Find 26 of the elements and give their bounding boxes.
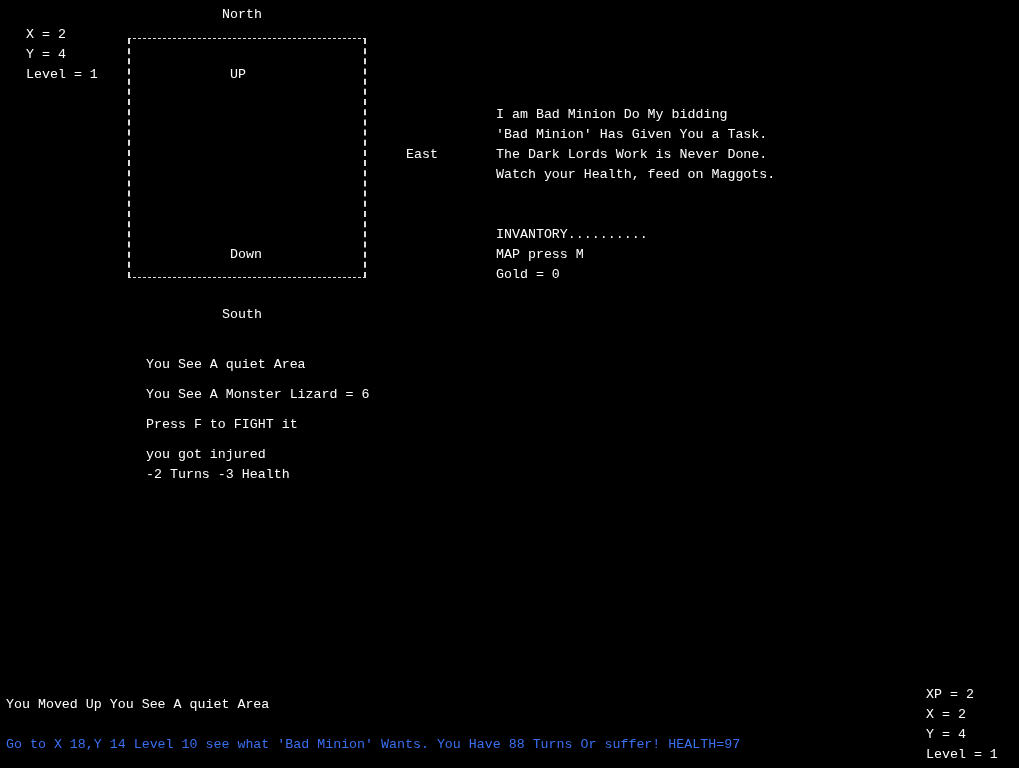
message-line: Watch your Health, feed on Maggots. bbox=[496, 166, 776, 184]
compass-label: North bbox=[222, 6, 262, 24]
player-stat: XP = 2 bbox=[926, 686, 975, 704]
event-line: Press F to FIGHT it bbox=[146, 416, 299, 434]
message-line: The Dark Lords Work is Never Done. bbox=[496, 146, 769, 164]
room-label: Down bbox=[230, 246, 262, 264]
position-stat: X = 2 bbox=[26, 26, 67, 44]
event-line: -2 Turns -3 Health bbox=[146, 466, 291, 484]
status-line: You Moved Up You See A quiet Area bbox=[6, 696, 270, 714]
message-line: I am Bad Minion Do My bidding bbox=[496, 106, 729, 124]
event-line: you got injured bbox=[146, 446, 267, 464]
position-stat: Level = 1 bbox=[26, 66, 98, 84]
inventory-line: INVANTORY.......... bbox=[496, 226, 648, 244]
room-label: UP bbox=[230, 66, 246, 84]
player-stat: Level = 1 bbox=[926, 746, 998, 764]
compass-label: South bbox=[222, 306, 262, 324]
position-stat: Y = 4 bbox=[26, 46, 67, 64]
event-line: You See A Monster Lizard = 6 bbox=[146, 386, 370, 404]
compass-label: East bbox=[406, 146, 438, 164]
quest-line: Go to X 18,Y 14 Level 10 see what 'Bad Minion' Wants. You Have 88 Turns Or suffer! HEALTH=97 bbox=[6, 736, 741, 754]
inventory-line: MAP press M bbox=[496, 246, 585, 264]
message-line: 'Bad Minion' Has Given You a Task. bbox=[496, 126, 769, 144]
player-stat: X = 2 bbox=[926, 706, 967, 724]
event-line: You See A quiet Area bbox=[146, 356, 307, 374]
inventory-line: Gold = 0 bbox=[496, 266, 561, 284]
player-stat: Y = 4 bbox=[926, 726, 967, 744]
